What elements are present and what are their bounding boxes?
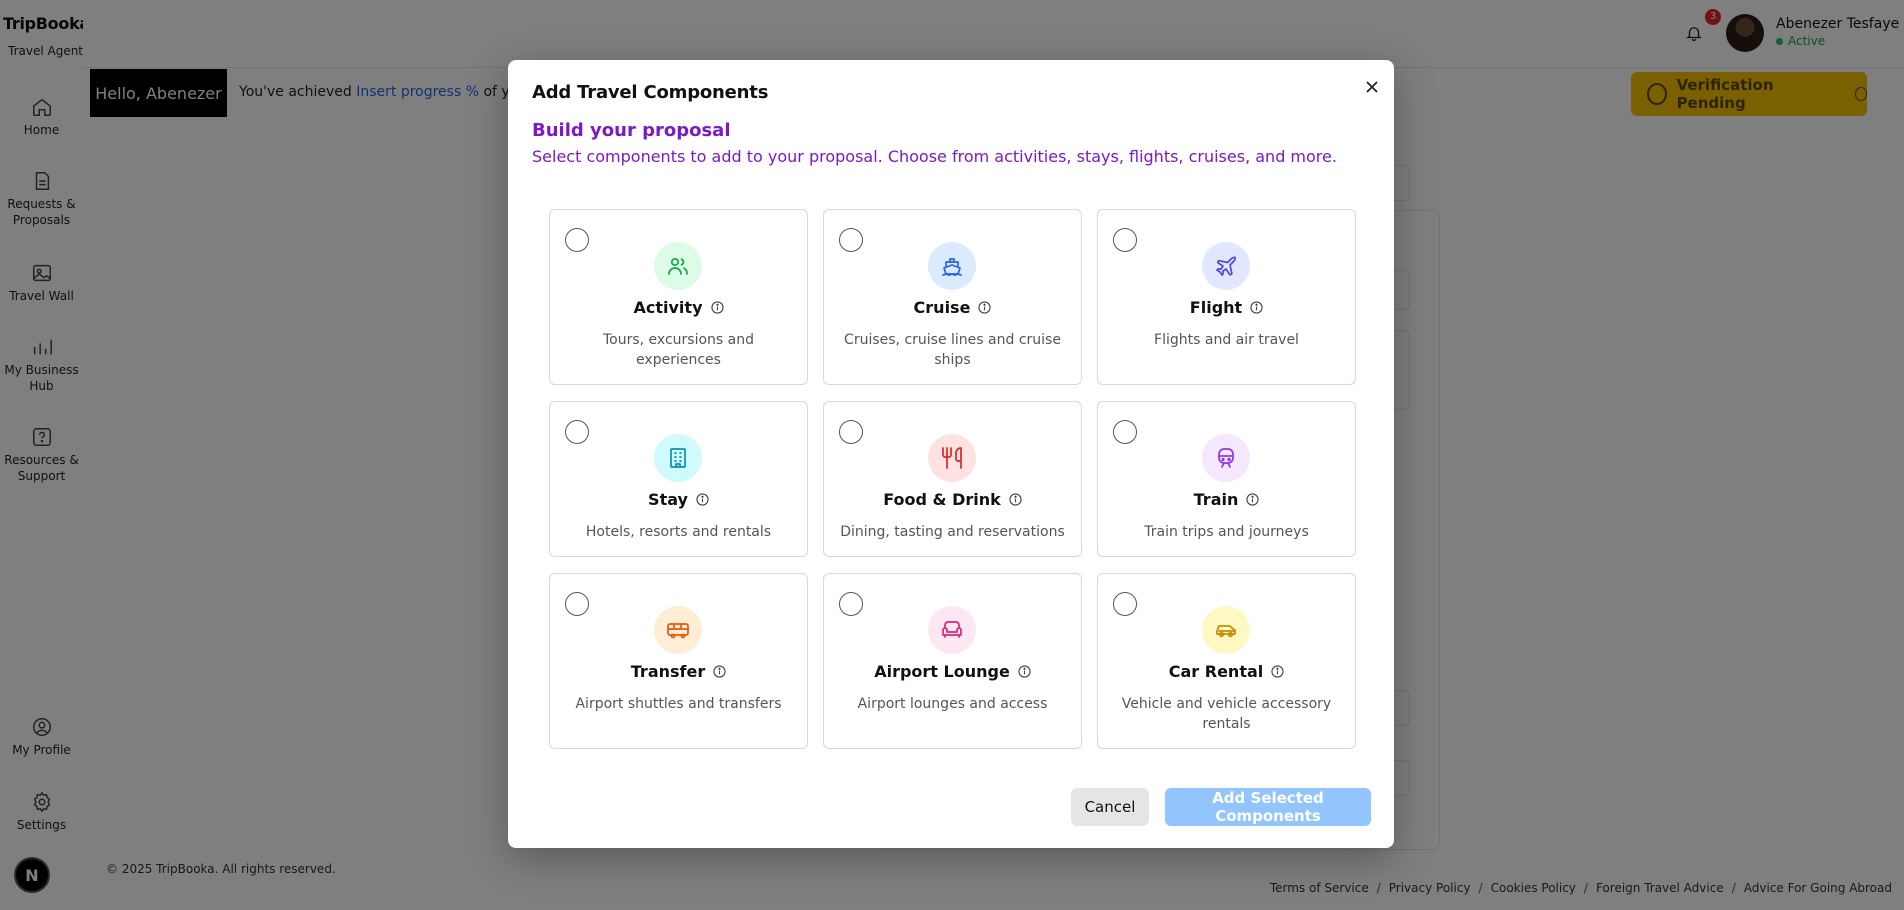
bus-icon: [667, 623, 689, 639]
component-description: Tours, excursions and experiences: [603, 332, 754, 368]
component-name: Cruise: [913, 298, 971, 317]
component-title: Train: [1098, 490, 1355, 509]
component-card-transfer[interactable]: Transfer Airport shuttles and transfers: [549, 573, 808, 749]
component-radio[interactable]: [839, 420, 863, 444]
info-icon[interactable]: [978, 301, 992, 314]
component-radio[interactable]: [839, 592, 863, 616]
component-card-cruise[interactable]: Cruise Cruises, cruise lines and cruise s…: [823, 209, 1082, 385]
component-card-flight[interactable]: Flight Flights and air travel: [1097, 209, 1356, 385]
component-title: Cruise: [824, 298, 1081, 317]
component-radio[interactable]: [1113, 228, 1137, 252]
component-icon-circle: [654, 606, 702, 654]
info-icon[interactable]: [1250, 301, 1263, 314]
close-icon: [1366, 81, 1378, 93]
utensils-icon: [942, 447, 962, 469]
component-icon-circle: [928, 434, 976, 482]
info-icon[interactable]: [1009, 493, 1022, 506]
component-title: Transfer: [550, 662, 807, 681]
car-icon: [1216, 625, 1236, 638]
component-name: Flight: [1189, 298, 1243, 317]
component-radio[interactable]: [1113, 592, 1137, 616]
sofa-icon: [942, 621, 962, 638]
component-title: Stay: [550, 490, 807, 509]
component-name: Stay: [648, 490, 688, 509]
build-proposal-title: Build your proposal: [532, 120, 731, 141]
component-name: Train: [1193, 490, 1239, 509]
component-description: Vehicle and vehicle accessory rentals: [1121, 696, 1332, 732]
info-icon[interactable]: [710, 301, 724, 314]
add-selected-components-button[interactable]: Add Selected Components: [1165, 788, 1371, 826]
component-icon-circle: [928, 242, 976, 290]
component-description: Cruises, cruise lines and cruise ships: [844, 332, 1061, 368]
component-card-stay[interactable]: Stay Hotels, resorts and rentals: [549, 401, 808, 557]
info-icon[interactable]: [696, 493, 709, 506]
component-icon-circle: [654, 242, 702, 290]
modal-title: Add Travel Components: [532, 82, 769, 103]
info-icon[interactable]: [1018, 665, 1031, 678]
component-description: Airport lounges and access: [857, 696, 1048, 712]
add-components-modal: Add Travel Components Build your proposa…: [508, 60, 1394, 848]
component-title: Flight: [1098, 298, 1355, 317]
component-description: Airport shuttles and transfers: [575, 696, 782, 712]
component-icon-circle: [928, 606, 976, 654]
component-icon-circle: [1202, 606, 1250, 654]
component-icon-circle: [1202, 434, 1250, 482]
component-card-activity[interactable]: Activity Tours, excursions and experience…: [549, 209, 808, 385]
component-icon-circle: [654, 434, 702, 482]
component-title: Food & Drink: [824, 490, 1081, 509]
component-title: Car Rental: [1098, 662, 1355, 681]
cancel-button[interactable]: Cancel: [1071, 788, 1149, 826]
building-icon: [670, 448, 686, 468]
component-card-car-rental[interactable]: Car Rental Vehicle and vehicle accessory …: [1097, 573, 1356, 749]
component-description: Hotels, resorts and rentals: [585, 524, 772, 540]
close-button[interactable]: [1360, 75, 1384, 99]
info-icon[interactable]: [1246, 493, 1259, 506]
component-radio[interactable]: [565, 228, 589, 252]
component-name: Transfer: [630, 662, 706, 681]
component-icon-circle: [1202, 242, 1250, 290]
component-description: Dining, tasting and reservations: [840, 524, 1065, 540]
component-radio[interactable]: [839, 228, 863, 252]
plane-icon: [1216, 256, 1237, 276]
component-name: Food & Drink: [883, 490, 1001, 509]
ship-icon: [942, 258, 962, 276]
component-card-airport-lounge[interactable]: Airport Lounge Airport lounges and access: [823, 573, 1082, 749]
component-radio[interactable]: [565, 420, 589, 444]
component-title: Airport Lounge: [824, 662, 1081, 681]
users-icon: [668, 257, 688, 275]
component-name: Car Rental: [1168, 662, 1264, 681]
component-card-food-drink[interactable]: Food & Drink Dining, tasting and reservat…: [823, 401, 1082, 557]
component-title: Activity: [550, 298, 807, 317]
component-radio[interactable]: [1113, 420, 1137, 444]
component-description: Flights and air travel: [1154, 332, 1299, 348]
build-proposal-subtitle: Select components to add to your proposa…: [532, 147, 1337, 166]
train-icon: [1218, 448, 1234, 468]
component-name: Airport Lounge: [874, 662, 1010, 681]
component-radio[interactable]: [565, 592, 589, 616]
component-card-train[interactable]: Train Train trips and journeys: [1097, 401, 1356, 557]
info-icon[interactable]: [1271, 665, 1284, 678]
info-icon[interactable]: [713, 665, 726, 678]
component-name: Activity: [633, 298, 703, 317]
component-description: Train trips and journeys: [1144, 524, 1309, 540]
